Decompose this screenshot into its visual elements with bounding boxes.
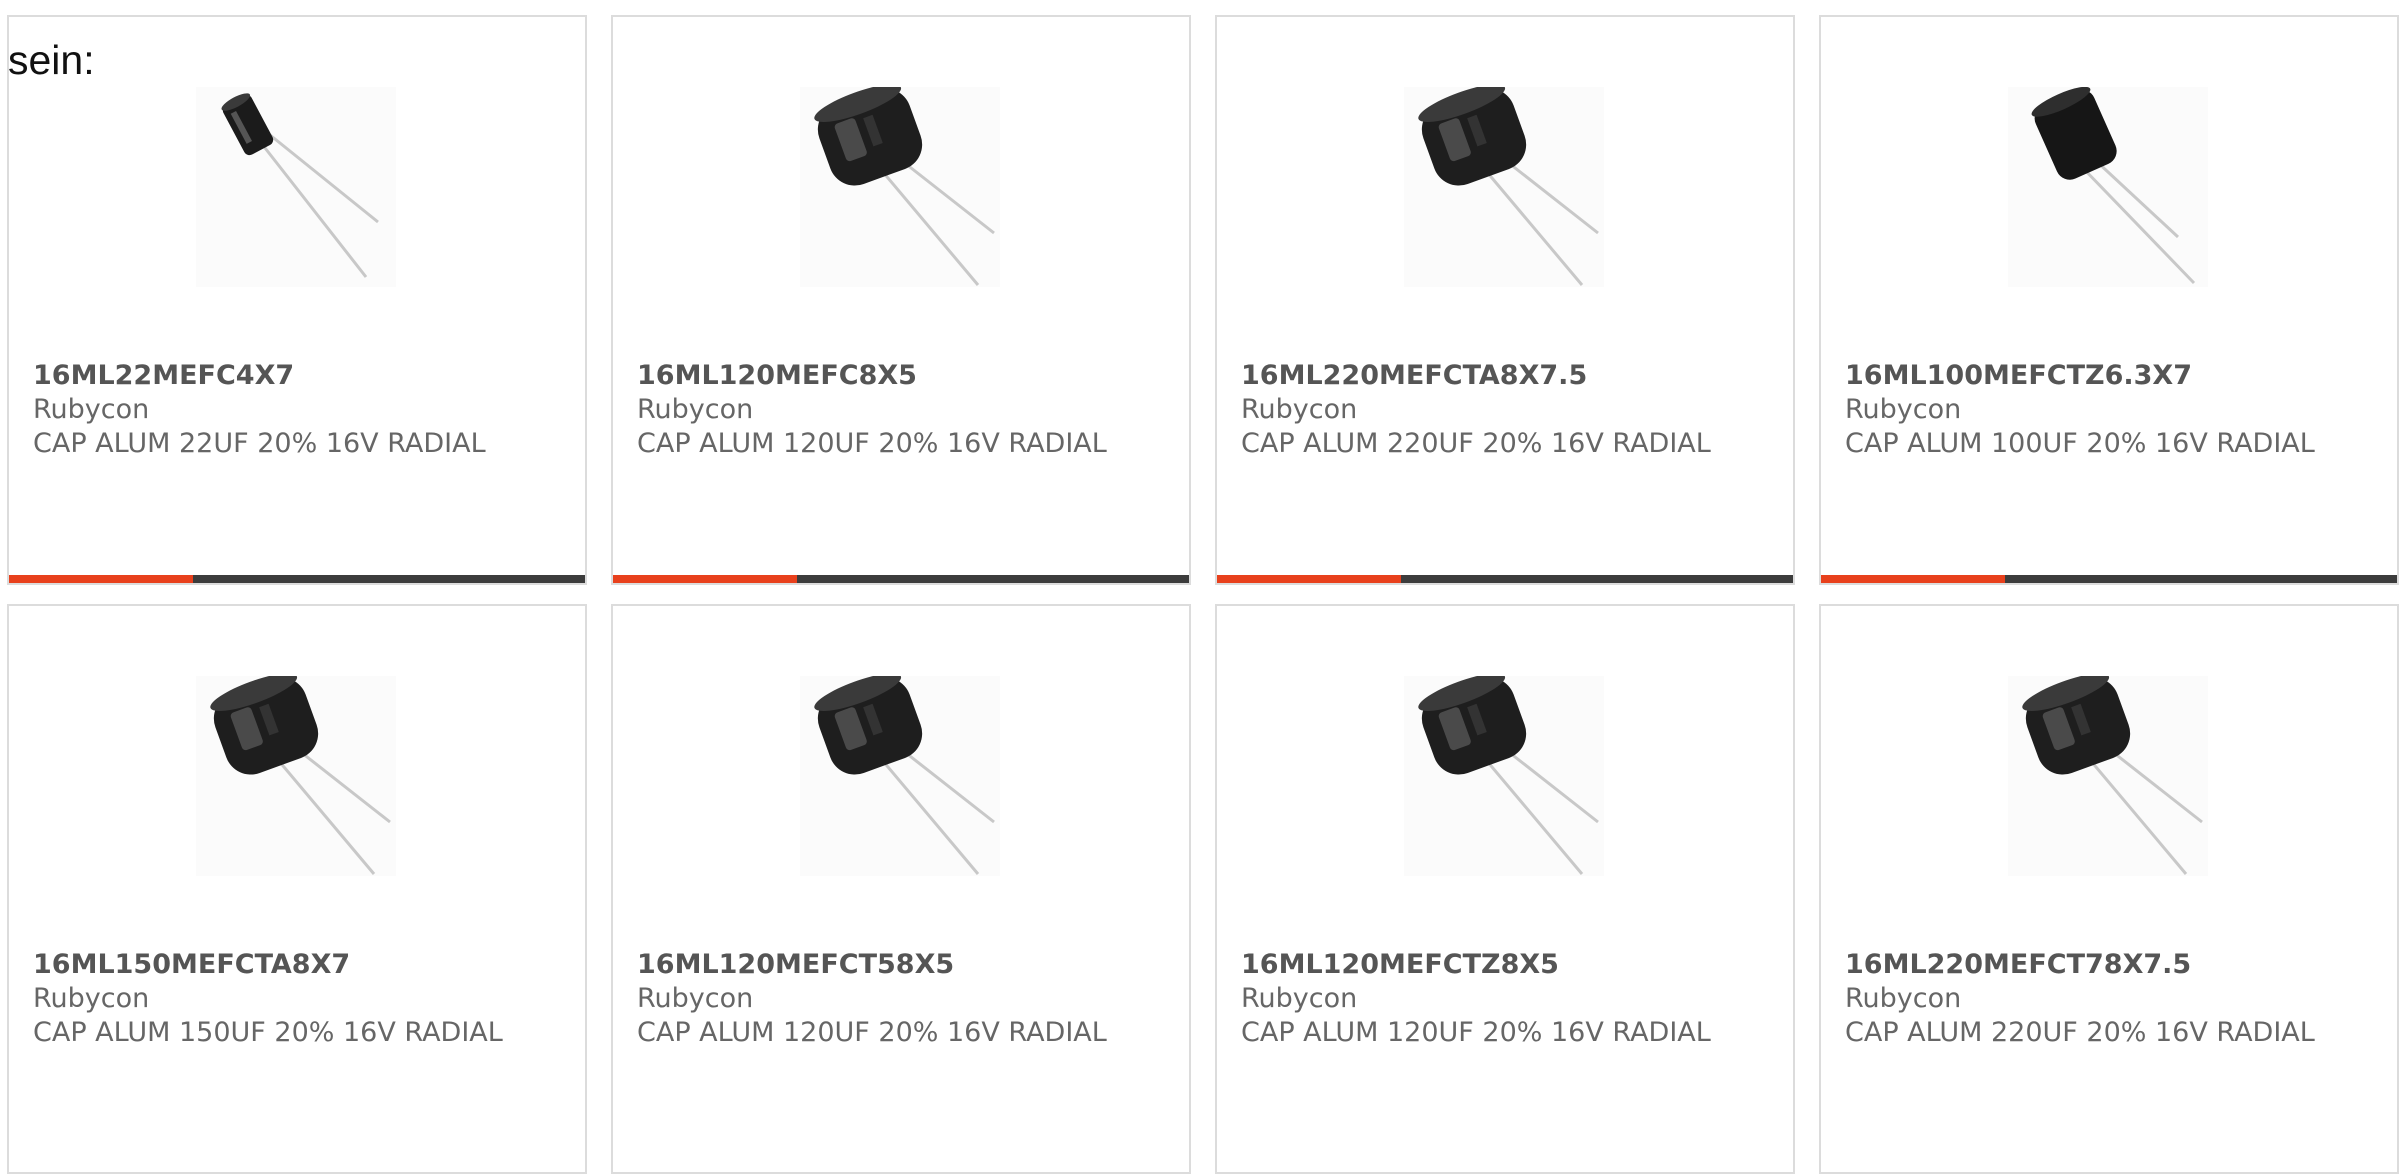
manufacturer: Rubycon <box>1845 394 1962 425</box>
product-image[interactable] <box>2008 87 2208 287</box>
manufacturer: Rubycon <box>637 394 754 425</box>
card-underline-accent <box>1821 575 2005 583</box>
part-number[interactable]: 16ML120MEFCTZ8X5 <box>1241 948 1773 982</box>
capacitor-icon <box>221 93 379 278</box>
product-image[interactable] <box>196 87 396 287</box>
manufacturer: Rubycon <box>1241 394 1358 425</box>
manufacturer: Rubycon <box>33 983 150 1014</box>
card-underline <box>613 575 1189 583</box>
product-info: 16ML22MEFC4X7 Rubycon CAP ALUM 22UF 20% … <box>33 359 565 461</box>
description: CAP ALUM 100UF 20% 16V RADIAL <box>1845 428 2315 459</box>
card-underline <box>9 575 585 583</box>
product-image[interactable] <box>800 87 1000 287</box>
product-info: 16ML150MEFCTA8X7 Rubycon CAP ALUM 150UF … <box>33 948 565 1050</box>
capacitor-icon <box>1418 87 1599 286</box>
product-card[interactable]: 16ML220MEFCT78X7.5 Rubycon CAP ALUM 220U… <box>1819 604 2399 1174</box>
product-card[interactable]: 16ML120MEFCTZ8X5 Rubycon CAP ALUM 120UF … <box>1215 604 1795 1174</box>
capacitor-icon <box>210 676 391 875</box>
product-image[interactable] <box>1404 676 1604 876</box>
product-card[interactable]: 16ML150MEFCTA8X7 Rubycon CAP ALUM 150UF … <box>7 604 587 1174</box>
product-card[interactable]: 16ML220MEFCTA8X7.5 Rubycon CAP ALUM 220U… <box>1215 15 1795 585</box>
capacitor-icon <box>1418 676 1599 875</box>
product-info: 16ML220MEFCTA8X7.5 Rubycon CAP ALUM 220U… <box>1241 359 1773 461</box>
part-number[interactable]: 16ML120MEFC8X5 <box>637 359 1169 393</box>
part-number[interactable]: 16ML22MEFC4X7 <box>33 359 565 393</box>
card-underline-accent <box>613 575 797 583</box>
product-card[interactable]: 16ML100MEFCTZ6.3X7 Rubycon CAP ALUM 100U… <box>1819 15 2399 585</box>
card-underline <box>1217 575 1793 583</box>
capacitor-icon <box>814 676 995 875</box>
manufacturer: Rubycon <box>33 394 150 425</box>
product-image[interactable] <box>2008 676 2208 876</box>
description: CAP ALUM 120UF 20% 16V RADIAL <box>1241 1017 1711 1048</box>
product-card[interactable]: 16ML120MEFCT58X5 Rubycon CAP ALUM 120UF … <box>611 604 1191 1174</box>
description: CAP ALUM 22UF 20% 16V RADIAL <box>33 428 486 459</box>
product-card[interactable]: 16ML120MEFC8X5 Rubycon CAP ALUM 120UF 20… <box>611 15 1191 585</box>
manufacturer: Rubycon <box>1241 983 1358 1014</box>
manufacturer: Rubycon <box>637 983 754 1014</box>
manufacturer: Rubycon <box>1845 983 1962 1014</box>
description: CAP ALUM 220UF 20% 16V RADIAL <box>1845 1017 2315 1048</box>
product-info: 16ML220MEFCT78X7.5 Rubycon CAP ALUM 220U… <box>1845 948 2377 1050</box>
product-info: 16ML120MEFC8X5 Rubycon CAP ALUM 120UF 20… <box>637 359 1169 461</box>
part-number[interactable]: 16ML220MEFCT78X7.5 <box>1845 948 2377 982</box>
card-underline-accent <box>9 575 193 583</box>
intro-text: sein: <box>8 37 95 83</box>
product-info: 16ML100MEFCTZ6.3X7 Rubycon CAP ALUM 100U… <box>1845 359 2377 461</box>
product-info: 16ML120MEFCTZ8X5 Rubycon CAP ALUM 120UF … <box>1241 948 1773 1050</box>
product-image[interactable] <box>1404 87 1604 287</box>
product-image[interactable] <box>196 676 396 876</box>
product-card[interactable]: 16ML22MEFC4X7 Rubycon CAP ALUM 22UF 20% … <box>7 15 587 585</box>
product-grid: 16ML22MEFC4X7 Rubycon CAP ALUM 22UF 20% … <box>7 15 2399 1174</box>
card-underline-accent <box>1217 575 1401 583</box>
capacitor-icon <box>2031 87 2196 285</box>
description: CAP ALUM 120UF 20% 16V RADIAL <box>637 428 1107 459</box>
description: CAP ALUM 220UF 20% 16V RADIAL <box>1241 428 1711 459</box>
part-number[interactable]: 16ML120MEFCT58X5 <box>637 948 1169 982</box>
capacitor-icon <box>2022 676 2203 875</box>
description: CAP ALUM 120UF 20% 16V RADIAL <box>637 1017 1107 1048</box>
description: CAP ALUM 150UF 20% 16V RADIAL <box>33 1017 503 1048</box>
product-info: 16ML120MEFCT58X5 Rubycon CAP ALUM 120UF … <box>637 948 1169 1050</box>
capacitor-icon <box>814 87 995 286</box>
part-number[interactable]: 16ML100MEFCTZ6.3X7 <box>1845 359 2377 393</box>
part-number[interactable]: 16ML220MEFCTA8X7.5 <box>1241 359 1773 393</box>
part-number[interactable]: 16ML150MEFCTA8X7 <box>33 948 565 982</box>
product-image[interactable] <box>800 676 1000 876</box>
card-underline <box>1821 575 2397 583</box>
